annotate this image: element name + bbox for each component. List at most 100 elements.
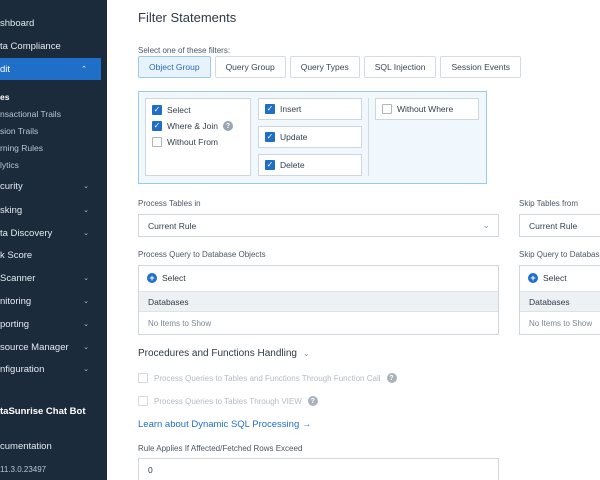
sidebar-item-label: nitoring [0, 295, 32, 307]
empty-state-text: No Items to Show [148, 319, 212, 328]
filter-delete-option[interactable]: ✓ Delete [258, 154, 362, 176]
skip-query-select-button[interactable]: + Select [528, 273, 567, 283]
sidebar-item-chat-bot[interactable]: taSunrise Chat Bot [0, 400, 107, 422]
filter-where-join-option[interactable]: ✓ Where & Join ? [152, 121, 234, 131]
option-label: Without From [167, 137, 219, 147]
sidebar-item-audit[interactable]: dit ⌃ [0, 58, 101, 80]
skip-tables-label: Skip Tables from [519, 199, 578, 208]
input-value: 0 [148, 464, 153, 475]
sidebar-item-data-discovery[interactable]: ta Discovery ⌄ [0, 222, 107, 244]
sidebar-item-monitoring[interactable]: nitoring ⌄ [0, 290, 107, 312]
process-query-select-button[interactable]: + Select [147, 273, 186, 283]
sidebar-item-risk-score[interactable]: k Score [0, 244, 107, 266]
databases-column-header: Databases [520, 291, 600, 312]
option-label: Update [280, 132, 308, 142]
chevron-down-icon: ⌄ [83, 230, 89, 237]
chevron-down-icon: ⌄ [83, 321, 89, 328]
databases-column-header: Databases [139, 291, 498, 312]
select-value: Current Rule [529, 220, 578, 231]
tab-object-group[interactable]: Object Group [138, 56, 211, 78]
help-icon[interactable]: ? [307, 396, 318, 406]
main-content: Filter Statements Select one of these fi… [107, 0, 600, 480]
chevron-down-icon: ⌄ [83, 207, 89, 214]
chevron-down-icon: ⌄ [83, 275, 89, 282]
sidebar-item-reporting[interactable]: porting ⌄ [0, 313, 107, 335]
sidebar-item-label: nsactional Trails [0, 108, 61, 119]
checkbox-checked-icon[interactable]: ✓ [265, 132, 275, 142]
sidebar-item-label: dit [0, 63, 11, 75]
checkbox-checked-icon[interactable]: ✓ [152, 105, 162, 115]
checkbox-unchecked-icon[interactable] [138, 396, 148, 406]
checkbox-unchecked-icon[interactable] [382, 104, 392, 114]
sidebar-item-label: cumentation [0, 440, 52, 452]
tab-query-types[interactable]: Query Types [289, 56, 360, 78]
chevron-up-icon: ⌃ [81, 66, 87, 73]
plus-circle-icon: + [528, 273, 538, 283]
chevron-down-icon: ⌄ [83, 344, 89, 351]
process-function-call-option[interactable]: Process Queries to Tables and Functions … [138, 373, 397, 383]
version-label: 11.3.0.23497 [0, 458, 107, 480]
select-value: Current Rule [148, 220, 197, 231]
sidebar-item-configuration[interactable]: nfiguration ⌄ [0, 358, 107, 380]
checkbox-checked-icon[interactable]: ✓ [152, 121, 162, 131]
process-view-option[interactable]: Process Queries to Tables Through VIEW ? [138, 396, 318, 406]
filter-without-where-option[interactable]: Without Where [375, 98, 479, 120]
checkbox-checked-icon[interactable]: ✓ [265, 160, 275, 170]
sidebar-item-documentation[interactable]: cumentation [0, 435, 107, 457]
sidebar-item-label: k Score [0, 249, 33, 261]
rows-threshold-label: Rule Applies If Affected/Fetched Rows Ex… [138, 444, 303, 453]
help-icon[interactable]: ? [223, 121, 234, 131]
skip-tables-select[interactable]: Current Rule [519, 214, 600, 237]
process-tables-select[interactable]: Current Rule ⌄ [138, 214, 499, 237]
chevron-down-icon: ⌄ [83, 183, 89, 190]
sidebar-subitem-analytics[interactable]: lytics [0, 156, 107, 173]
sidebar-subitem-rules[interactable]: es [0, 88, 107, 105]
sidebar: shboard ta Compliance dit ⌃ es nsactional… [0, 0, 107, 480]
section-title: Procedures and Functions Handling [138, 348, 297, 359]
sidebar-item-data-compliance[interactable]: ta Compliance [0, 35, 107, 57]
sidebar-item-resource-manager[interactable]: source Manager ⌄ [0, 336, 107, 358]
sidebar-subitem-transactional-trails[interactable]: nsactional Trails [0, 105, 107, 122]
sidebar-item-label: porting [0, 318, 30, 330]
option-label: Without Where [397, 104, 454, 114]
filter-options-box: ✓ Select ✓ Where & Join ? Without From ✓… [138, 91, 487, 184]
dynamic-sql-link[interactable]: Learn about Dynamic SQL Processing → [138, 419, 311, 430]
process-query-label: Process Query to Database Objects [138, 250, 266, 259]
sidebar-item-dashboard[interactable]: shboard [0, 12, 107, 34]
filter-select-option[interactable]: ✓ Select [152, 105, 191, 115]
sidebar-item-label: lytics [0, 159, 19, 170]
filter-insert-option[interactable]: ✓ Insert [258, 98, 362, 120]
tab-query-group[interactable]: Query Group [214, 56, 286, 78]
procedures-section-toggle[interactable]: Procedures and Functions Handling ⌄ [138, 348, 310, 359]
rows-threshold-input[interactable]: 0 [138, 458, 499, 480]
sidebar-item-masking[interactable]: sking ⌄ [0, 199, 107, 221]
checkbox-unchecked-icon[interactable] [152, 137, 162, 147]
sidebar-item-label: shboard [0, 17, 35, 29]
tab-session-events[interactable]: Session Events [440, 56, 522, 78]
chevron-down-icon: ⌄ [83, 298, 89, 305]
sidebar-item-label: Scanner [0, 272, 36, 284]
sidebar-item-label: nfiguration [0, 363, 45, 375]
tab-sql-injection[interactable]: SQL Injection [363, 56, 437, 78]
select-button-label: Select [543, 273, 567, 283]
checkbox-checked-icon[interactable]: ✓ [265, 104, 275, 114]
filter-hint: Select one of these filters: [138, 46, 231, 55]
sidebar-item-label: sion Trails [0, 125, 39, 136]
select-button-label: Select [162, 273, 186, 283]
filter-without-from-option[interactable]: Without From [152, 137, 218, 147]
sidebar-subitem-session-trails[interactable]: sion Trails [0, 122, 107, 139]
option-label: Where & Join [167, 121, 219, 131]
sidebar-item-label: sking [0, 204, 23, 216]
sidebar-item-va-scanner[interactable]: Scanner ⌄ [0, 267, 107, 289]
sidebar-item-security[interactable]: curity ⌄ [0, 175, 107, 197]
option-label: Process Queries to Tables and Functions … [154, 373, 381, 383]
filter-update-option[interactable]: ✓ Update [258, 126, 362, 148]
empty-state-text: No Items to Show [529, 319, 593, 328]
sidebar-subitem-learning-rules[interactable]: rning Rules [0, 139, 107, 156]
help-icon[interactable]: ? [386, 373, 397, 383]
option-row: ✓ Update [265, 132, 307, 142]
sidebar-item-label: ta Compliance [0, 40, 61, 52]
checkbox-unchecked-icon[interactable] [138, 373, 148, 383]
option-row: Without Where [382, 104, 453, 114]
filter-column-1: ✓ Select ✓ Where & Join ? Without From [145, 98, 251, 176]
